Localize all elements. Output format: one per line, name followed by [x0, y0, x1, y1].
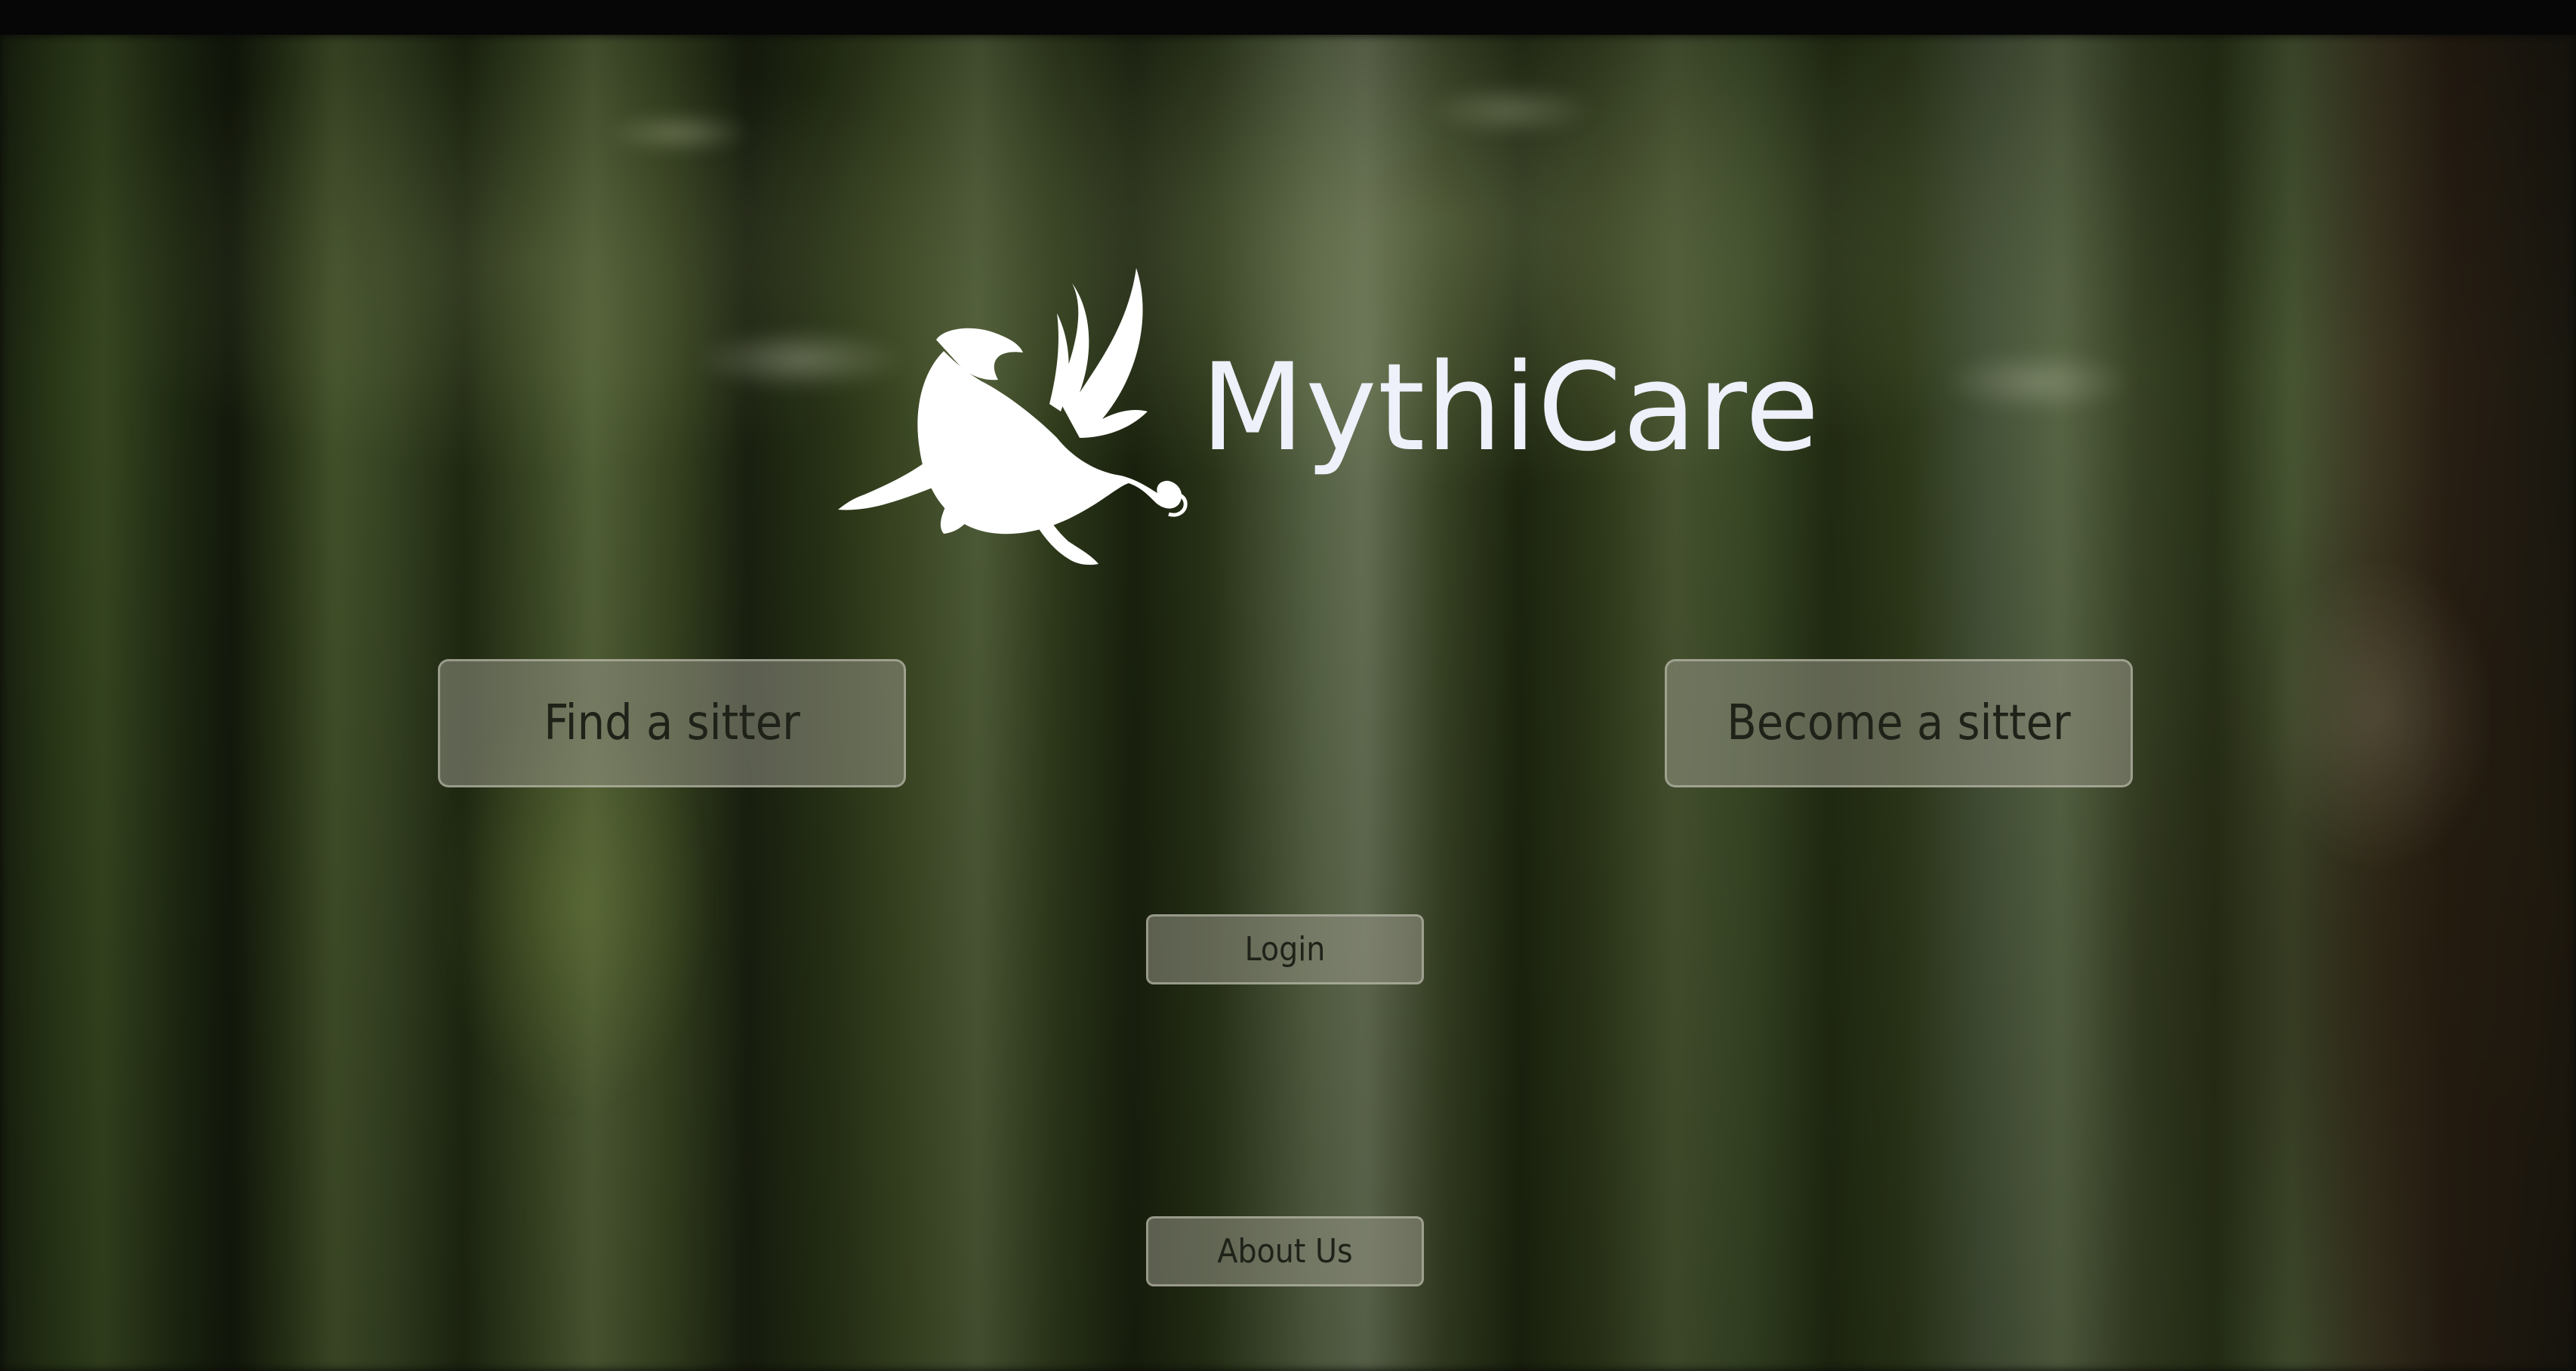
griffin-icon [838, 268, 1188, 565]
find-sitter-button[interactable]: Find a sitter [438, 659, 906, 787]
top-bar [0, 0, 2576, 35]
about-us-button[interactable]: About Us [1146, 1216, 1424, 1286]
landing-page: MythiCare Find a sitter Become a sitter … [0, 0, 2576, 1371]
login-button[interactable]: Login [1146, 914, 1424, 984]
become-sitter-button[interactable]: Become a sitter [1665, 659, 2133, 787]
brand-name: MythiCare [1200, 337, 1820, 478]
forest-light-overlay [0, 35, 2576, 1371]
brand-logo-group: MythiCare [823, 268, 1820, 585]
